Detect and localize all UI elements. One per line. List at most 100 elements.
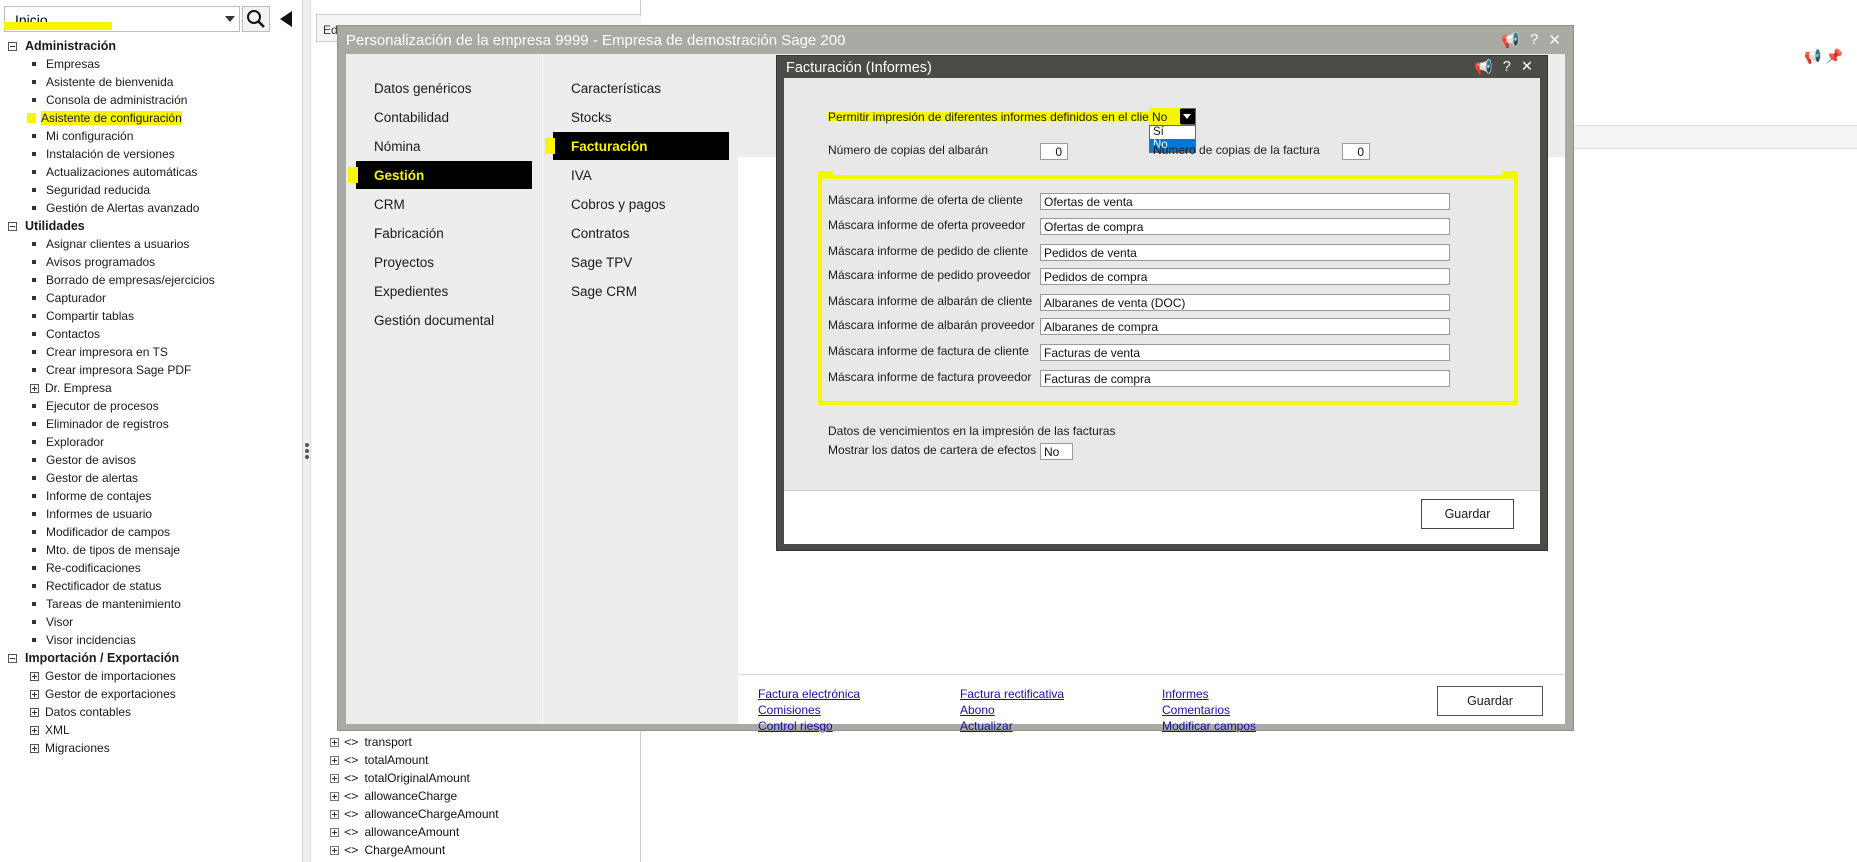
footer-link[interactable]: Informes (1162, 687, 1209, 701)
section-item[interactable]: Gestión (356, 161, 532, 189)
mask-input[interactable]: Pedidos de compra (1040, 268, 1450, 285)
expand-icon[interactable] (330, 755, 339, 765)
expand-icon[interactable] (30, 707, 39, 717)
tree-group[interactable]: Utilidades (8, 217, 298, 235)
tree-item[interactable]: Compartir tablas (8, 307, 298, 325)
drag-handle-icon[interactable] (304, 441, 310, 463)
tree-item[interactable]: Rectificador de status (8, 577, 298, 595)
footer-link[interactable]: Abono (960, 703, 995, 717)
footer-link[interactable]: Modificar campos (1162, 719, 1256, 733)
mask-input[interactable]: Facturas de compra (1040, 370, 1450, 387)
subsection-item[interactable]: Sage TPV (553, 248, 729, 276)
section-item[interactable]: Gestión documental (356, 306, 532, 334)
section-item[interactable]: Proyectos (356, 248, 532, 276)
tree-item[interactable]: Empresas (8, 55, 298, 73)
search-button[interactable] (242, 6, 270, 32)
tree-item[interactable]: Re-codificaciones (8, 559, 298, 577)
expand-icon[interactable] (30, 725, 39, 735)
collapse-icon[interactable] (8, 41, 17, 51)
section-item[interactable]: Nómina (356, 132, 532, 160)
announce-icon[interactable]: 📢 (1501, 31, 1520, 49)
mask-input[interactable]: Albaranes de venta (DOC) (1040, 294, 1450, 311)
panel-splitter[interactable] (303, 0, 311, 862)
tree-item[interactable]: Asistente de configuración (8, 109, 298, 127)
xml-tree-node[interactable]: <> totalOriginalAmount (330, 769, 630, 787)
subsection-item[interactable]: IVA (553, 161, 729, 189)
expand-icon[interactable] (330, 845, 339, 855)
help-icon[interactable]: ? (1503, 59, 1511, 76)
tree-item[interactable]: Crear impresora en TS (8, 343, 298, 361)
tree-item[interactable]: Datos contables (8, 703, 298, 721)
tree-item[interactable]: XML (8, 721, 298, 739)
tree-item[interactable]: Asistente de bienvenida (8, 73, 298, 91)
subsection-item[interactable]: Contratos (553, 219, 729, 247)
tree-item[interactable]: Gestor de avisos (8, 451, 298, 469)
tree-item[interactable]: Informe de contajes (8, 487, 298, 505)
xml-tree-node[interactable]: <> allowanceChargeAmount (330, 805, 630, 823)
section-item[interactable]: CRM (356, 190, 532, 218)
tree-item[interactable]: Mto. de tipos de mensaje (8, 541, 298, 559)
cartera-select[interactable]: No (1040, 443, 1073, 460)
tree-item[interactable]: Instalación de versiones (8, 145, 298, 163)
mask-input[interactable]: Facturas de venta (1040, 344, 1450, 361)
chevron-down-icon[interactable] (1180, 109, 1195, 124)
footer-link[interactable]: Factura rectificativa (960, 687, 1064, 701)
tree-item[interactable]: Consola de administración (8, 91, 298, 109)
mask-input[interactable]: Ofertas de compra (1040, 218, 1450, 235)
tree-item[interactable]: Mi configuración (8, 127, 298, 145)
announce-icon[interactable]: 📢 (1475, 59, 1493, 76)
tree-item[interactable]: Tareas de mantenimiento (8, 595, 298, 613)
collapse-icon[interactable] (8, 221, 17, 231)
save-button[interactable]: Guardar (1437, 686, 1543, 716)
tree-item[interactable]: Crear impresora Sage PDF (8, 361, 298, 379)
footer-link[interactable]: Comisiones (758, 703, 821, 717)
tree-group[interactable]: Importación / Exportación (8, 649, 298, 667)
tree-item[interactable]: Avisos programados (8, 253, 298, 271)
expand-icon[interactable] (330, 791, 339, 801)
tree-item[interactable]: Gestor de alertas (8, 469, 298, 487)
footer-link[interactable]: Actualizar (960, 719, 1013, 733)
save-button[interactable]: Guardar (1421, 499, 1514, 529)
collapse-panel-button[interactable] (274, 6, 298, 32)
expand-icon[interactable] (30, 383, 39, 393)
expand-icon[interactable] (30, 689, 39, 699)
xml-tree-node[interactable]: <> allowanceAmount (330, 823, 630, 841)
subsection-item[interactable]: Cobros y pagos (553, 190, 729, 218)
expand-icon[interactable] (330, 827, 339, 837)
footer-link[interactable]: Factura electrónica (758, 687, 860, 701)
tree-item[interactable]: Explorador (8, 433, 298, 451)
tree-item[interactable]: Asignar clientes a usuarios (8, 235, 298, 253)
tree-item[interactable]: Migraciones (8, 739, 298, 757)
tree-item[interactable]: Modificador de campos (8, 523, 298, 541)
tree-item[interactable]: Borrado de empresas/ejercicios (8, 271, 298, 289)
tree-item[interactable]: Informes de usuario (8, 505, 298, 523)
tree-item[interactable]: Seguridad reducida (8, 181, 298, 199)
pin-icon[interactable]: 📢 📌 (1804, 48, 1843, 65)
tree-item[interactable]: Visor incidencias (8, 631, 298, 649)
tree-item[interactable]: Contactos (8, 325, 298, 343)
tree-item[interactable]: Gestor de exportaciones (8, 685, 298, 703)
close-icon[interactable]: ✕ (1548, 31, 1561, 49)
section-item[interactable]: Fabricación (356, 219, 532, 247)
footer-link[interactable]: Comentarios (1162, 703, 1230, 717)
tree-item[interactable]: Visor (8, 613, 298, 631)
tree-item[interactable]: Eliminador de registros (8, 415, 298, 433)
section-item[interactable]: Datos genéricos (356, 74, 532, 102)
tree-item[interactable]: Gestor de importaciones (8, 667, 298, 685)
xml-tree-node[interactable]: <> ChargeAmount (330, 841, 630, 859)
subsection-item[interactable]: Características (553, 74, 729, 102)
subsection-item[interactable]: Stocks (553, 103, 729, 131)
copies-albaran-input[interactable]: 0 (1040, 143, 1068, 160)
section-item[interactable]: Expedientes (356, 277, 532, 305)
copies-factura-input[interactable]: 0 (1342, 143, 1370, 160)
xml-tree-node[interactable]: <> transport (330, 733, 630, 751)
tree-item[interactable]: Gestión de Alertas avanzado (8, 199, 298, 217)
dropdown-option-si[interactable]: Sí (1150, 126, 1195, 139)
tree-item[interactable]: Ejecutor de procesos (8, 397, 298, 415)
collapse-icon[interactable] (8, 653, 17, 663)
help-icon[interactable]: ? (1530, 31, 1538, 49)
tree-item[interactable]: Dr. Empresa (8, 379, 298, 397)
mask-input[interactable]: Pedidos de venta (1040, 244, 1450, 261)
tree-item[interactable]: Capturador (8, 289, 298, 307)
subsection-item[interactable]: Sage CRM (553, 277, 729, 305)
